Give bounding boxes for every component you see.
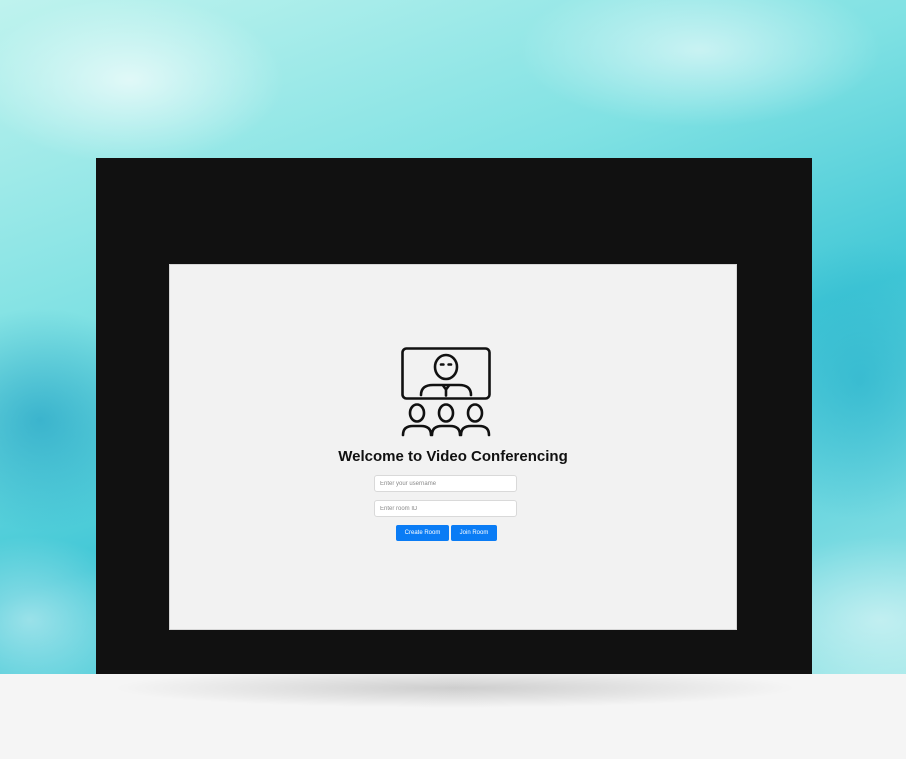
page-title: Welcome to Video Conferencing — [338, 448, 568, 465]
create-room-button[interactable]: Create Room — [396, 525, 449, 541]
room-id-input[interactable] — [374, 500, 517, 517]
video-conference-icon — [401, 347, 491, 437]
frame-shadow — [110, 668, 800, 708]
app-window: Welcome to Video Conferencing Create Roo… — [169, 264, 737, 630]
username-input[interactable] — [374, 475, 517, 492]
join-room-button[interactable]: Join Room — [451, 525, 497, 541]
monitor-frame: Welcome to Video Conferencing Create Roo… — [96, 158, 812, 674]
